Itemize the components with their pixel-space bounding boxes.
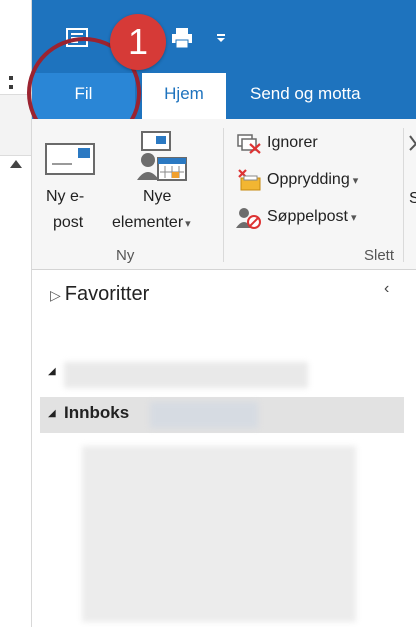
collapse-triangle-icon[interactable]: ◢ [48, 366, 56, 377]
new-items-label-line1[interactable]: Nye [143, 188, 171, 206]
group-label-slett: Slett [364, 247, 395, 264]
new-email-icon[interactable] [44, 140, 98, 180]
print-icon[interactable] [170, 26, 194, 49]
ignore-button[interactable]: Ignorer [267, 134, 318, 152]
cleanup-button[interactable]: Opprydding ▾ [267, 171, 358, 189]
favorites-label: Favoritter [64, 283, 150, 305]
account-name-redacted[interactable] [64, 362, 308, 388]
new-email-label-line2[interactable]: post [53, 214, 83, 232]
inbox-label: Innboks [64, 403, 130, 422]
dropdown-caret-icon: ▾ [185, 218, 191, 230]
cleanup-icon[interactable] [236, 168, 262, 192]
partial-ribbon-icon[interactable] [408, 134, 416, 152]
new-items-label-line2[interactable]: elementer ▾ [112, 214, 191, 232]
tab-send-og-motta[interactable]: Send og motta [236, 73, 416, 119]
expand-triangle-icon[interactable]: ▷ [50, 287, 61, 303]
customize-toolbar-icon[interactable] [215, 31, 227, 43]
subfolders-redacted[interactable] [82, 446, 356, 622]
collapse-triangle-icon[interactable]: ◢ [48, 408, 56, 419]
ribbon-group-divider [223, 128, 224, 262]
junk-button[interactable]: Søppelpost ▾ [267, 208, 356, 226]
collapse-pane-icon[interactable]: ‹ [384, 280, 389, 298]
new-email-label-line1[interactable]: Ny e- [46, 188, 84, 206]
group-label-ny: Ny [116, 247, 135, 264]
ignore-icon[interactable] [236, 132, 262, 154]
inbox-count-redacted [150, 402, 258, 428]
tab-hjem[interactable]: Hjem [142, 73, 226, 121]
partial-ribbon-label: S [409, 190, 416, 207]
ribbon-group-divider [403, 128, 404, 262]
expand-up-icon[interactable] [10, 160, 22, 168]
junk-icon[interactable] [236, 206, 262, 230]
favorites-folder[interactable]: ▷ Favoritter [50, 283, 149, 306]
step-badge: 1 [110, 14, 166, 70]
new-items-icon[interactable] [134, 130, 190, 182]
dropdown-caret-icon: ▾ [350, 212, 357, 224]
dropdown-caret-icon: ▾ [352, 175, 359, 187]
